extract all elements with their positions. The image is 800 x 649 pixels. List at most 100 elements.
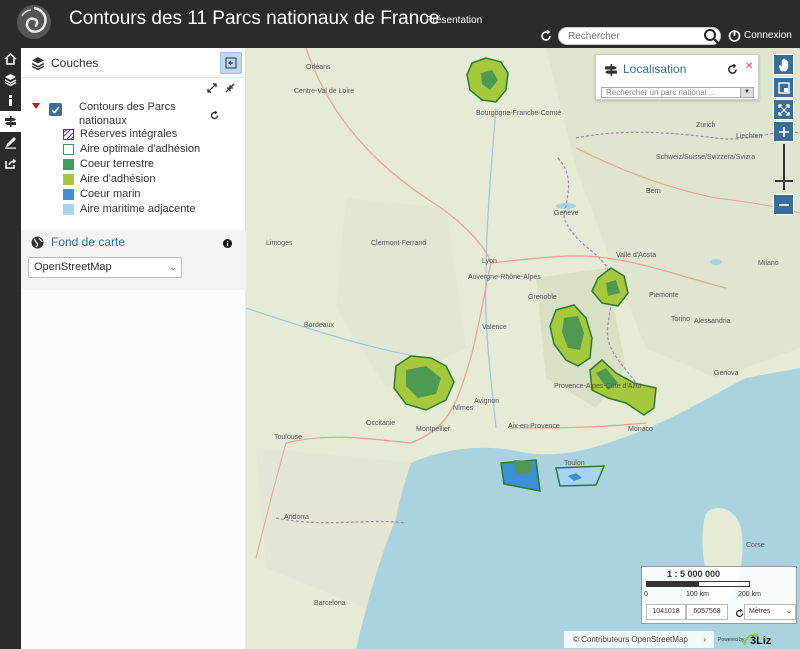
draw-button[interactable] [0, 132, 21, 153]
chevron-down-icon: ⌄ [786, 608, 792, 615]
legend-item: Aire d'adhésion [63, 173, 156, 185]
map-label: Aix-en-Provence [508, 423, 560, 430]
refresh-icon[interactable] [540, 29, 552, 42]
layers-icon [4, 74, 17, 86]
basemap-info-icon[interactable] [223, 237, 232, 251]
basemap-header: Fond de carte [31, 235, 125, 249]
powered-by[interactable]: Powered by 3Liz [716, 631, 800, 649]
refresh-icon[interactable] [727, 63, 738, 78]
legend-item: Coeur terrestre [63, 158, 154, 170]
localisation-title: Localisation [623, 62, 687, 76]
scale-bar [646, 581, 750, 587]
zoom-out-button[interactable] [773, 194, 794, 215]
expand-layer-toggle[interactable] [32, 103, 40, 109]
map-label: Limoges [266, 240, 293, 247]
map-label: Clermont-Ferrand [371, 240, 427, 247]
minus-icon [778, 203, 789, 206]
login-button[interactable]: Connexion [728, 29, 792, 42]
presentation-link[interactable]: Présentation [426, 15, 482, 26]
hatch-swatch-icon [63, 128, 74, 140]
fullscreen-icon [777, 103, 790, 116]
basemap-select[interactable]: OpenStreetMap ⌄ [28, 257, 182, 278]
login-label: Connexion [744, 30, 792, 41]
expand-all-icon[interactable] [207, 83, 217, 93]
zoom-box-button[interactable] [773, 77, 794, 98]
info-button[interactable] [0, 90, 21, 111]
map-label: Valence [482, 324, 507, 331]
map-label: Toulouse [274, 434, 303, 441]
outline-swatch [63, 143, 74, 155]
map-label: Centre-Val de Loire [294, 88, 355, 95]
zoom-slider-handle[interactable] [775, 180, 793, 182]
map-label: Piemonte [649, 292, 679, 299]
search-icon[interactable] [703, 28, 720, 45]
scale-tick: 0 [644, 591, 648, 598]
map-label: Genève [554, 210, 579, 217]
home-icon [4, 52, 17, 65]
signpost-icon [604, 63, 618, 80]
scale-tick: 200 km [738, 591, 761, 598]
share-button[interactable] [0, 153, 21, 174]
close-icon[interactable]: ✕ [745, 61, 753, 72]
basemap-title: Fond de carte [51, 235, 126, 249]
map-label: Bern [646, 188, 661, 195]
map-label: Auvergne-Rhône-Alpes [468, 274, 541, 281]
swatch [63, 203, 74, 215]
legend-item: Coeur marin [63, 188, 141, 200]
collapse-panel-button[interactable] [220, 52, 242, 74]
pan-button[interactable] [773, 54, 794, 75]
attribution[interactable]: © Contributeurs OpenStreetMap › [564, 631, 714, 648]
layer-checkbox[interactable] [49, 103, 62, 116]
home-button[interactable] [0, 48, 21, 69]
swatch [63, 173, 74, 185]
map-label: Montpellier [416, 426, 451, 433]
map-label: Nîmes [453, 405, 474, 412]
plus-icon [778, 126, 789, 137]
map-label: Genova [714, 370, 739, 377]
legend-item: Aire optimale d'adhésion [63, 143, 200, 155]
map-label: Lyon [482, 258, 497, 265]
map-label: Occitanie [366, 420, 396, 427]
map-label: Monaco [628, 426, 653, 433]
share-icon [5, 158, 17, 169]
refresh-icon[interactable] [735, 607, 744, 621]
unit-select[interactable]: Mètres ⌄ [744, 604, 796, 620]
collapse-icon [225, 57, 237, 69]
legend-item: Aire maritime adjacente [63, 203, 196, 215]
localisation-button[interactable] [0, 111, 21, 132]
localisation-box: Localisation ✕ Rechercher un parc nation… [595, 54, 759, 100]
app-logo [14, 2, 54, 42]
coord-x: 1041018 [646, 604, 686, 620]
layers-button[interactable] [0, 69, 21, 90]
search-input[interactable] [568, 28, 703, 45]
panel-title: Couches [51, 55, 99, 70]
globe-icon [31, 236, 44, 248]
map-label: Orléans [306, 64, 331, 71]
zoom-in-button[interactable] [773, 121, 794, 142]
swatch [63, 188, 74, 200]
layer-info-icon[interactable] [210, 109, 219, 123]
basemap-canvas [246, 48, 800, 649]
map-label: Barcelona [314, 600, 346, 607]
swatch [63, 158, 74, 170]
map-label: Provence-Alpes-Côte d'Azur [554, 383, 643, 390]
basemap-section: Fond de carte OpenStreetMap ⌄ [21, 230, 246, 290]
chevron-down-icon: ⌄ [169, 262, 177, 272]
zoom-slider-track[interactable] [783, 144, 785, 190]
scale-box: 1 : 5 000 000 0 100 km 200 km 1041018 60… [641, 566, 797, 624]
app-header: Contours des 11 Parcs nationaux de Franc… [0, 0, 800, 48]
zoom-box-icon [777, 81, 790, 94]
signpost-icon [5, 116, 16, 127]
map-view[interactable]: Orléans Centre-Val de Loire Bourgogne-Fr… [246, 48, 800, 649]
zoom-extent-button[interactable] [773, 99, 794, 120]
map-label: Alessandria [694, 318, 731, 325]
collapse-all-icon[interactable] [225, 83, 235, 93]
map-label: Andorra [284, 514, 309, 521]
park-search-select[interactable]: Rechercher un parc national ... ▼ [601, 87, 754, 98]
map-label: Milano [758, 260, 779, 267]
coord-y: 6057568 [686, 604, 728, 620]
map-label: Torino [671, 316, 691, 323]
search-box[interactable] [558, 27, 721, 45]
layer-name[interactable]: Contours des Parcs nationaux [79, 100, 189, 128]
power-icon [728, 30, 741, 42]
